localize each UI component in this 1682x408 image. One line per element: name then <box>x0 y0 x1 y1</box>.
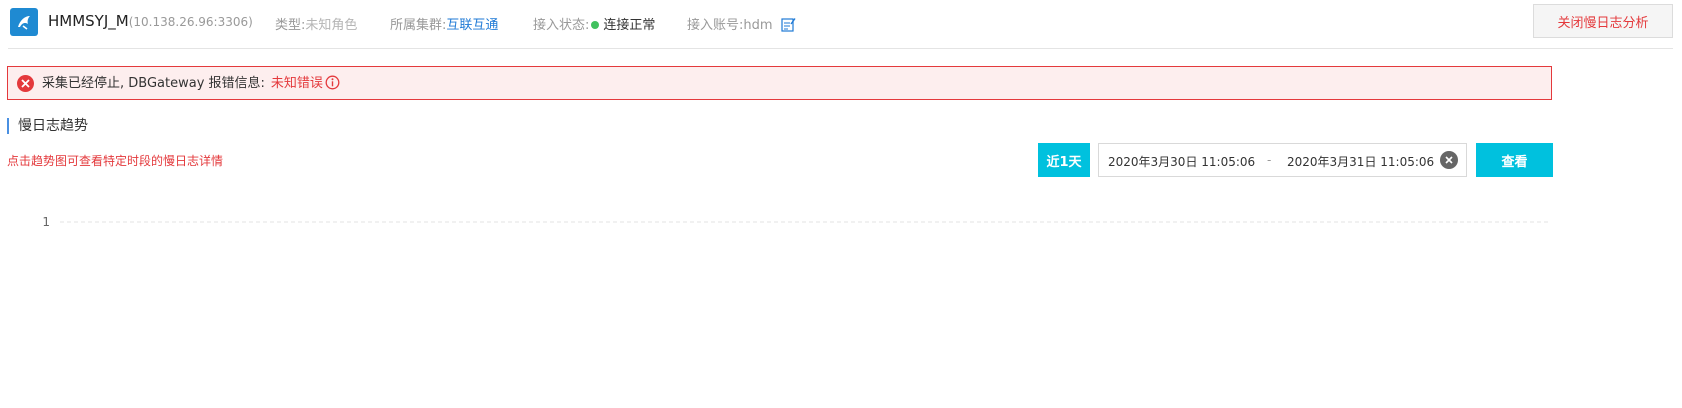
section-title: 慢日志趋势 <box>7 118 88 134</box>
date-range-picker[interactable]: 2020年3月30日 11:05:06 - 2020年3月31日 11:05:0… <box>1098 143 1467 177</box>
edit-icon[interactable] <box>781 17 796 36</box>
type-value: 未知角色 <box>305 18 358 33</box>
cluster-link[interactable]: 互联互通 <box>446 18 498 33</box>
status-value: 连接正常 <box>603 18 656 33</box>
instance-type: 类型:未知角色 <box>275 14 357 33</box>
alert-error-text: 未知错误 <box>270 76 323 91</box>
slow-log-trend-chart[interactable]: 1 <box>0 200 1560 260</box>
type-label: 类型: <box>275 18 306 33</box>
alert-message-text: 采集已经停止, DBGateway 报错信息: <box>42 76 265 91</box>
collection-stopped-alert: 采集已经停止, DBGateway 报错信息: 未知错误 <box>7 66 1552 100</box>
status-label: 接入状态: <box>533 18 590 33</box>
access-account: 接入账号:hdm <box>687 14 796 36</box>
account-label: 接入账号: <box>687 18 744 33</box>
date-separator: - <box>1267 153 1272 167</box>
cluster-label: 所属集群: <box>390 18 447 33</box>
instance-name: HMMSYJ_M <box>48 12 129 30</box>
clear-date-icon[interactable] <box>1440 151 1458 169</box>
instance-cluster: 所属集群:互联互通 <box>390 14 498 33</box>
error-circle-icon <box>17 74 34 92</box>
instance-header: HMMSYJ_M(10.138.26.96:3306) 类型:未知角色 所属集群… <box>8 4 1673 49</box>
date-end[interactable]: 2020年3月31日 11:05:06 <box>1287 153 1434 170</box>
trend-hint: 点击趋势图可查看特定时段的慢日志详情 <box>7 154 224 168</box>
info-circle-icon[interactable] <box>325 75 340 94</box>
mysql-dolphin-icon <box>10 8 38 36</box>
status-dot-icon <box>591 21 600 29</box>
y-tick-label: 1 <box>42 215 50 229</box>
alert-message: 采集已经停止, DBGateway 报错信息: 未知错误 <box>42 72 340 94</box>
recent-1-day-button[interactable]: 近1天 <box>1038 143 1090 177</box>
account-value: hdm <box>743 18 773 33</box>
connection-status: 接入状态: 连接正常 <box>533 14 655 33</box>
date-start[interactable]: 2020年3月30日 11:05:06 <box>1108 153 1255 170</box>
close-slow-log-analysis-button[interactable]: 关闭慢日志分析 <box>1533 4 1673 38</box>
view-button[interactable]: 查看 <box>1476 143 1553 177</box>
instance-title: HMMSYJ_M(10.138.26.96:3306) <box>48 12 253 30</box>
instance-address: (10.138.26.96:3306) <box>128 15 253 29</box>
